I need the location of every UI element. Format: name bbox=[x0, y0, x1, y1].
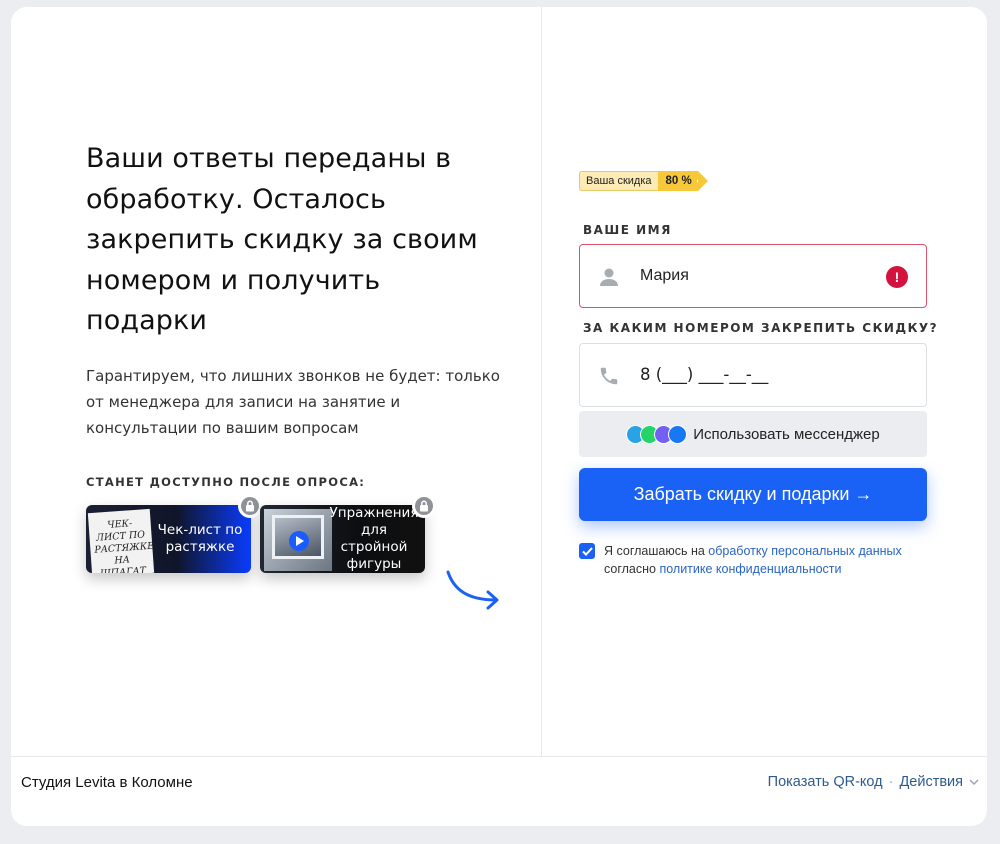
privacy-policy-link[interactable]: политике конфиденциальности bbox=[659, 562, 841, 576]
phone-field-label: ЗА КАКИМ НОМЕРОМ ЗАКРЕПИТЬ СКИДКУ? bbox=[583, 321, 939, 335]
gift-card-exercises[interactable]: Упражнения для стройной фигуры bbox=[260, 494, 436, 573]
page-subtitle: Гарантируем, что лишних звонков не будет… bbox=[86, 367, 500, 437]
studio-name: Студия Levita в Коломне bbox=[21, 774, 193, 791]
play-icon bbox=[289, 531, 309, 551]
phone-field[interactable]: 8 (___) ___-__-__ bbox=[579, 343, 927, 407]
video-thumbnail bbox=[264, 509, 332, 571]
footer-separator: · bbox=[888, 774, 894, 790]
gift-title: Упражнения для стройной фигуры bbox=[329, 505, 419, 572]
phone-icon bbox=[600, 367, 618, 385]
chevron-down-icon[interactable] bbox=[969, 779, 979, 785]
consent-checkbox[interactable] bbox=[579, 543, 595, 559]
check-icon bbox=[581, 546, 593, 556]
discount-badge: Ваша скидка 80 % bbox=[579, 171, 709, 191]
vertical-divider bbox=[541, 7, 542, 757]
name-field-label: ВАШЕ ИМЯ bbox=[583, 223, 672, 237]
consent-text: Я соглашаюсь на обработку персональных д… bbox=[604, 544, 902, 576]
messenger-icons bbox=[626, 424, 688, 444]
available-after-label: СТАНЕТ ДОСТУПНО ПОСЛЕ ОПРОСА: bbox=[86, 475, 366, 489]
checklist-thumbnail: ЧЕК-ЛИСТ ПО РАСТЯЖКЕ НА ШПАГАТ bbox=[87, 508, 155, 573]
use-messenger-button[interactable]: Использовать мессенджер bbox=[579, 411, 927, 457]
gift-title: Чек-лист по растяжке bbox=[157, 522, 243, 555]
show-qr-link[interactable]: Показать QR-код bbox=[768, 774, 883, 790]
name-input-value[interactable]: Мария bbox=[640, 267, 689, 285]
gift-card-checklist[interactable]: ЧЕК-ЛИСТ ПО РАСТЯЖКЕ НА ШПАГАТ Чек-лист … bbox=[86, 494, 262, 573]
footer-actions: Показать QR-код · Действия bbox=[768, 774, 979, 790]
user-icon bbox=[600, 268, 618, 286]
phone-input-value[interactable]: 8 (___) ___-__-__ bbox=[640, 365, 768, 384]
personal-data-link[interactable]: обработку персональных данных bbox=[708, 544, 901, 558]
footer-divider bbox=[11, 756, 987, 757]
actions-menu[interactable]: Действия bbox=[899, 774, 963, 790]
page-title: Ваши ответы переданы в обработку. Остало… bbox=[86, 143, 478, 336]
curved-arrow-icon bbox=[446, 570, 499, 610]
messenger-icon bbox=[668, 424, 688, 444]
lock-icon bbox=[238, 494, 262, 518]
lock-icon bbox=[412, 494, 436, 518]
error-icon: ! bbox=[886, 266, 908, 288]
submit-button[interactable]: Забрать скидку и подарки → bbox=[579, 468, 927, 521]
name-field[interactable]: Мария ! bbox=[579, 244, 927, 308]
